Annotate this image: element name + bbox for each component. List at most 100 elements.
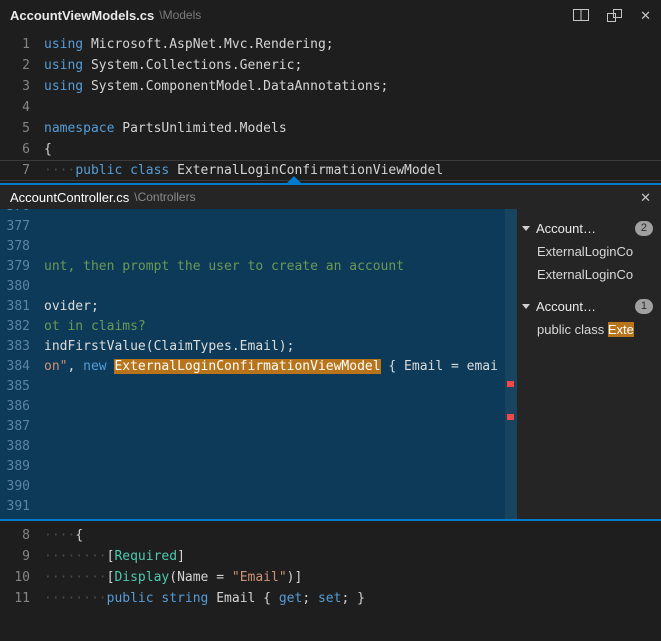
line-number: 385 [0,377,30,397]
twistie-expanded-icon[interactable] [522,304,530,309]
reference-item-text: ExternalLoginCo [537,244,633,259]
reference-group-label: Account… [536,221,596,236]
code-line[interactable]: 6{ [0,139,661,160]
line-number: 4 [0,97,30,118]
code-token: ········ [44,549,107,564]
code-line[interactable]: 3 using System.ComponentModel.DataAnnotat… [0,76,661,97]
active-file-name: AccountViewModels.cs [10,8,154,23]
code-token: { [44,142,52,157]
code-line[interactable]: 381 ovider; [0,297,517,317]
code-token: unt, then prompt the user to create an a… [44,259,404,274]
code-token: { [75,528,83,543]
line-number: 389 [0,457,30,477]
peek-header: AccountController.cs \Controllers ✕ [0,185,661,209]
reference-count-badge: 2 [635,221,653,236]
code-line[interactable]: 384on", new ExternalLoginConfirmationVie… [0,357,517,377]
code-line[interactable]: 7····public class ExternalLoginConfirmat… [0,160,661,181]
close-editor-icon[interactable]: ✕ [640,9,651,22]
line-number: 8 [0,525,30,546]
line-number: 11 [0,588,30,609]
code-line[interactable]: 392 [0,517,517,519]
code-token: ···· [44,163,75,178]
code-line[interactable]: 386 [0,397,517,417]
code-line[interactable]: 5namespace PartsUnlimited.Models [0,118,661,139]
editor-bottom-section[interactable]: 8····{9········[Required]10········[Disp… [0,521,661,609]
code-text: ovider; [44,297,99,317]
code-line[interactable]: 389 [0,457,517,477]
reference-item[interactable]: ExternalLoginCo [517,240,661,263]
line-number: 380 [0,277,30,297]
code-editor-window: { "titlebar": { "filename": "AccountView… [0,0,661,641]
code-token: indFirstValue(ClaimTypes.Email); [44,339,294,354]
line-number: 3 [0,76,30,97]
peek-references: Account…2ExternalLoginCoExternalLoginCoA… [517,209,661,519]
code-line[interactable]: 11········public string Email { get; set… [0,588,661,609]
line-number: 7 [0,160,30,181]
code-token: Email { [208,591,278,606]
reference-item[interactable]: ExternalLoginCo [517,263,661,286]
code-line[interactable]: 391 [0,497,517,517]
code-token [122,163,130,178]
code-line[interactable]: 379 unt, then prompt the user to create a… [0,257,517,277]
code-line[interactable]: 382 ot in claims? [0,317,517,337]
line-number: 376 [0,209,30,217]
code-line[interactable]: 387 [0,417,517,437]
reference-match-highlight: ExternalLoginConfirmationViewModel [114,359,380,374]
code-token: using [44,37,83,52]
reference-group-header[interactable]: Account… 2 [517,217,661,240]
code-line[interactable]: 9········[Required] [0,546,661,567]
line-number: 382 [0,317,30,337]
split-editor-icon[interactable] [573,9,589,21]
reference-group-header[interactable]: Account…1 [517,295,661,318]
code-line[interactable]: 377 [0,217,517,237]
open-changes-icon[interactable] [607,9,622,22]
code-line[interactable]: 383 indFirstValue(ClaimTypes.Email); [0,337,517,357]
line-number: 387 [0,417,30,437]
reference-item[interactable]: public class Exte [517,318,661,341]
code-text: namespace PartsUnlimited.Models [44,118,287,139]
code-text: using System.ComponentModel.DataAnnotati… [44,76,388,97]
code-token: )] [287,570,303,585]
line-number: 381 [0,297,30,317]
code-line[interactable]: 390 [0,477,517,497]
code-line[interactable]: 388 [0,437,517,457]
code-text: ot in claims? [44,317,146,337]
code-line[interactable]: 378 [0,237,517,257]
close-peek-icon[interactable]: ✕ [640,191,651,204]
code-token: ] [177,549,185,564]
code-token: , [67,359,83,374]
code-text: ········[Display(Name = "Email")] [44,567,302,588]
code-token: Required [114,549,177,564]
line-number: 388 [0,437,30,457]
editor-title-bar: AccountViewModels.cs \Models ✕ [0,0,661,30]
code-token: ovider; [44,299,99,314]
code-line[interactable]: 8····{ [0,525,661,546]
code-token: set [318,591,341,606]
line-number: 379 [0,257,30,277]
peek-scrollbar[interactable] [505,209,517,519]
code-line[interactable]: 4 [0,97,661,118]
code-line[interactable]: 385 [0,377,517,397]
code-token: Microsoft.AspNet.Mvc.Rendering; [83,37,333,52]
code-line[interactable]: 376 [0,209,517,217]
code-line[interactable]: 380 [0,277,517,297]
line-number: 2 [0,55,30,76]
code-text: ········[Required] [44,546,185,567]
code-line[interactable]: 2 using System.Collections.Generic; [0,55,661,76]
code-line[interactable]: 10········[Display(Name = "Email")] [0,567,661,588]
overview-ruler-marker [507,414,514,420]
code-text: using Microsoft.AspNet.Mvc.Rendering; [44,34,334,55]
editor-top-section[interactable]: 1using Microsoft.AspNet.Mvc.Rendering;2u… [0,30,661,181]
code-token: ········ [44,570,107,585]
twistie-expanded-icon[interactable] [522,226,530,231]
line-number: 383 [0,337,30,357]
peek-code-editor[interactable]: 376377378379 unt, then prompt the user to… [0,209,517,519]
code-line[interactable]: 1using Microsoft.AspNet.Mvc.Rendering; [0,34,661,55]
code-text: indFirstValue(ClaimTypes.Email); [44,337,294,357]
code-token: PartsUnlimited.Models [114,121,286,136]
code-text: using System.Collections.Generic; [44,55,302,76]
code-token: ot in claims? [44,319,146,334]
code-token: new [83,359,106,374]
reference-match-highlight: Exte [608,322,634,337]
code-token: "Email" [232,570,287,585]
